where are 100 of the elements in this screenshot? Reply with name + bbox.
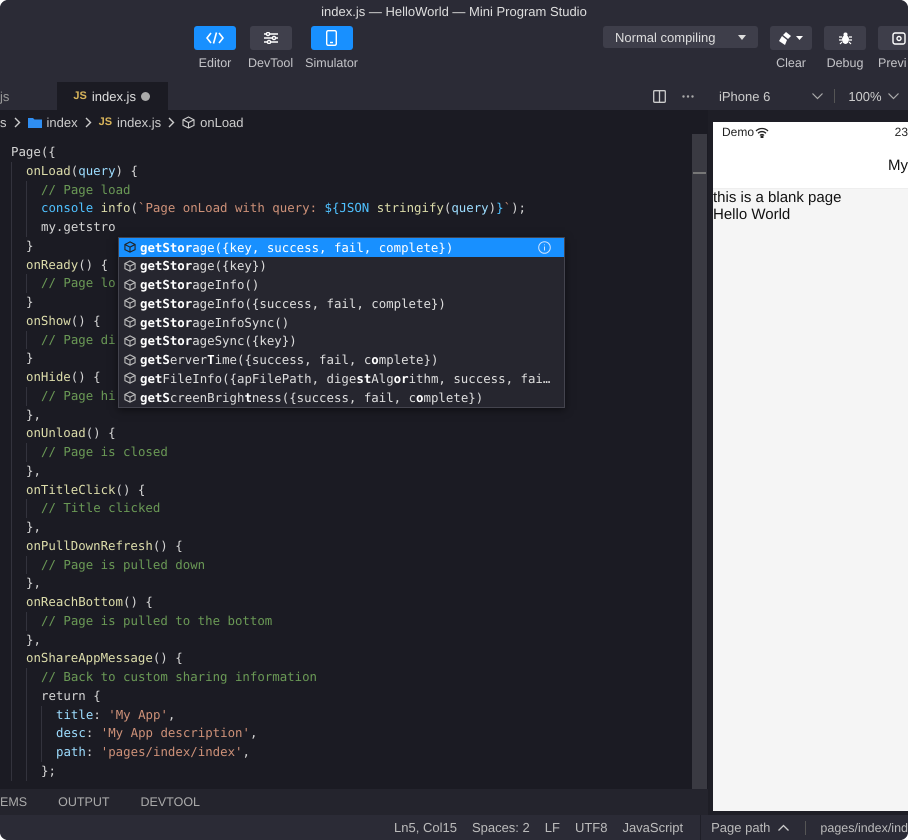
tool-button[interactable] <box>878 26 908 50</box>
panel-tab[interactable]: EMS <box>0 795 28 809</box>
folder-icon <box>28 116 42 128</box>
code-line: // Back to custom sharing information <box>41 668 318 686</box>
cube-icon <box>124 260 136 272</box>
code-line: onLoad(query) { <box>26 162 138 180</box>
suggestion-item[interactable]: getStorageInfo() <box>119 275 564 294</box>
suggestion-item[interactable]: getStorageInfo({success, fail, complete}) <box>119 294 564 313</box>
chevron-icon <box>14 116 20 128</box>
carrier-label: Demo <box>722 125 754 139</box>
code-line: // Page is closed <box>41 443 168 461</box>
tool-label: Clear <box>776 56 806 70</box>
status-item[interactable]: UTF8 <box>574 820 608 835</box>
tool-label: Editor <box>198 56 232 70</box>
suggestion-item[interactable]: getFileInfo({apFilePath, digestAlgorithm, success, fai… <box>119 369 564 388</box>
file-tab[interactable]: js <box>0 82 10 110</box>
cube-icon <box>124 297 136 310</box>
chevron-icon <box>168 116 176 128</box>
code-line: // Page hi <box>41 386 116 405</box>
code-line: title: 'My App', <box>56 706 176 724</box>
code-line: onHide() { <box>26 368 101 386</box>
suggestion-item[interactable]: getStorageSync({key}) <box>119 332 564 350</box>
code-line: }, <box>26 518 41 536</box>
tool-label: DevTool <box>248 56 294 70</box>
code-line: Page({ <box>11 143 56 161</box>
cube-icon <box>124 334 136 347</box>
code-line: }, <box>26 574 41 592</box>
suggestion-item[interactable]: getServerTime({success, fail, complete}) <box>119 350 564 369</box>
phone-icon <box>326 30 338 46</box>
compile-mode-dropdown[interactable]: Normal compiling <box>603 26 758 48</box>
tool-button[interactable] <box>824 26 866 50</box>
page-text: this is a blank page <box>713 189 842 206</box>
cube-icon <box>124 278 136 291</box>
code-line: } <box>26 293 34 311</box>
window-title: index.js — HelloWorld — Mini Program Studio <box>320 3 588 21</box>
status-item[interactable]: JavaScript <box>622 820 684 835</box>
code-line: path: 'pages/index/index', <box>56 743 250 761</box>
tool-button[interactable] <box>250 26 292 50</box>
code-line: onTitleClick() { <box>26 480 146 498</box>
zoom-dropdown[interactable]: 100% <box>848 88 899 104</box>
cube-icon <box>124 316 136 328</box>
code-line: onUnload() { <box>26 424 116 442</box>
bug-icon <box>838 32 852 44</box>
code-line: // Title clicked <box>41 499 160 518</box>
code-line: }, <box>26 462 41 480</box>
tool-label: Debug <box>826 56 864 70</box>
suggestion-item[interactable]: getStorage({key}) <box>119 256 564 276</box>
code-line: }, <box>26 630 41 648</box>
chevron-down-icon <box>888 92 899 100</box>
tool-button[interactable] <box>310 26 353 50</box>
suggestion-item[interactable]: getStorageInfoSync() <box>119 312 564 332</box>
code-icon <box>206 32 224 44</box>
page-path-toggle[interactable]: Page path <box>711 820 770 835</box>
status-item[interactable]: Ln5, Col15 <box>394 820 457 835</box>
code-line: onShareAppMessage() { <box>26 649 183 668</box>
code-line: } <box>26 349 34 368</box>
file-type-label: JS <box>98 116 112 128</box>
code-line: } <box>26 236 34 255</box>
more-icon[interactable] <box>682 94 694 98</box>
code-line: onReady() { <box>26 256 108 274</box>
chevron-down-icon <box>812 92 824 100</box>
code-line: my.getstro <box>41 218 116 236</box>
file-tab[interactable]: JS index.js <box>57 82 168 110</box>
code-line: }, <box>26 406 41 424</box>
clock-label: 23 <box>894 125 908 139</box>
tool-button[interactable] <box>770 26 812 50</box>
tab-label: index.js <box>92 88 136 104</box>
code-line: }; <box>41 762 56 780</box>
chevron-up-icon[interactable] <box>778 824 790 831</box>
code-line: // Page di <box>41 330 116 349</box>
code-line: // Page is pulled to the bottom <box>41 612 272 630</box>
breadcrumb-item[interactable]: index <box>46 114 78 130</box>
cube-icon <box>124 354 136 366</box>
preview-icon <box>892 32 906 44</box>
status-item[interactable]: LF <box>544 820 560 835</box>
code-line: // Page lo <box>41 274 116 292</box>
breadcrumb-item[interactable]: onLoad <box>200 114 244 130</box>
nav-title: My <box>888 156 908 174</box>
cube-icon <box>124 391 136 404</box>
device-dropdown[interactable]: iPhone 6 <box>719 88 824 104</box>
code-line: onReachBottom() { <box>26 593 153 611</box>
panel-tab[interactable]: OUTPUT <box>58 795 110 809</box>
cube-icon <box>124 372 136 384</box>
page-text: Hello World <box>713 206 792 223</box>
code-line: // Page is pulled down <box>41 556 206 574</box>
caret-icon <box>738 34 746 40</box>
cube-icon <box>182 116 196 128</box>
code-line: desc: 'My App description', <box>56 724 258 742</box>
panel-tab[interactable]: DEVTOOL <box>140 795 200 809</box>
breadcrumb-item[interactable]: index.js <box>117 114 162 130</box>
file-type-label: JS <box>73 90 87 102</box>
code-line: onShow() { <box>26 312 101 330</box>
suggestion-item[interactable]: getScreenBrightness({success, fail, complete}) <box>119 388 564 406</box>
chevron-icon <box>84 116 92 128</box>
split-icon[interactable] <box>653 90 666 102</box>
status-item[interactable]: Spaces: 2 <box>472 820 530 835</box>
code-line: onPullDownRefresh() { <box>26 536 183 555</box>
breadcrumb-item[interactable]: s <box>0 114 6 130</box>
sliders-icon <box>264 32 278 44</box>
wifi-icon <box>755 126 770 138</box>
